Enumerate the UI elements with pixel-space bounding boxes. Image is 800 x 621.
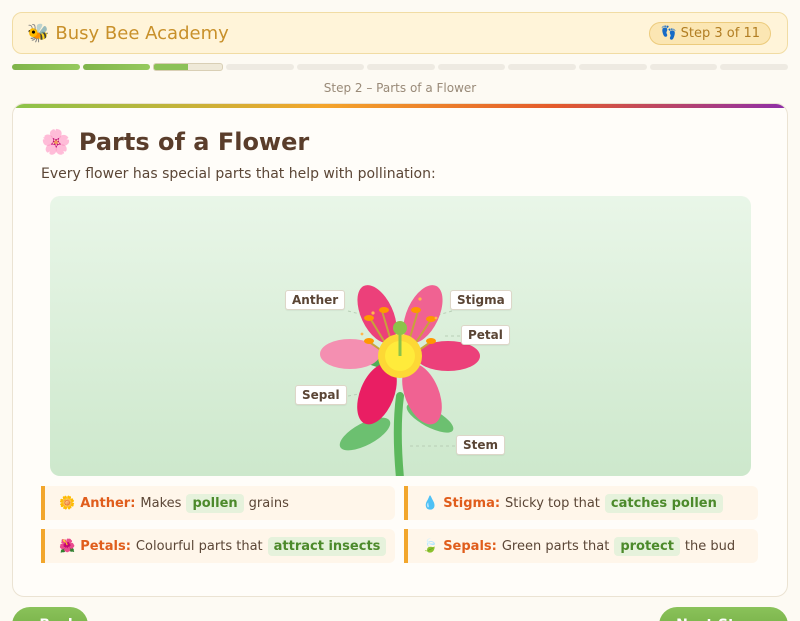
fact-petals: 🌺 Petals: Colourful parts that attract i…: [41, 529, 395, 563]
flower-icon: 🌸: [41, 128, 71, 156]
step-counter-label: Step 3 of 11: [680, 25, 760, 41]
progress-segment: [579, 64, 647, 70]
leaf-icon: 🍃: [422, 538, 439, 554]
fact-term: Anther:: [80, 495, 136, 511]
footprints-icon: 👣: [660, 25, 677, 41]
fact-text-after: the bud: [684, 538, 736, 554]
progress-segment-fill: [154, 64, 189, 70]
brand[interactable]: 🐝 Busy Bee Academy: [27, 23, 229, 44]
label-petal: Petal: [461, 325, 510, 345]
step-counter-badge: 👣 Step 3 of 11: [649, 21, 771, 45]
bee-icon: 🐝: [27, 22, 50, 44]
fact-anther: 🌼 Anther: Makes pollen grains: [41, 486, 395, 520]
progress-segment: [649, 64, 718, 70]
progress-segment: [12, 64, 80, 70]
fact-highlight: protect: [614, 536, 680, 556]
fact-highlight: catches pollen: [604, 493, 723, 513]
lesson-intro: Every flower has special parts that help…: [41, 166, 436, 182]
app-header: 🐝 Busy Bee Academy 👣 Step 3 of 11: [12, 12, 788, 54]
fact-term: Stigma:: [443, 495, 501, 511]
fact-term: Petals:: [80, 538, 131, 554]
fact-text: Green parts that: [501, 538, 610, 554]
progress-segment: [153, 63, 223, 71]
pollen-icon: 🌼: [59, 495, 76, 511]
back-button[interactable]: ← Back: [12, 607, 88, 621]
flower-illustration: [320, 285, 480, 476]
card-accent-strip: [13, 104, 787, 108]
progress-segment: [82, 64, 151, 70]
lesson-title-text: Parts of a Flower: [78, 128, 310, 156]
label-sepal: Sepal: [295, 385, 347, 405]
progress-segment: [296, 64, 365, 70]
step-progress-bar: [12, 63, 789, 72]
progress-segment: [437, 64, 506, 70]
fact-stigma: 💧 Stigma: Sticky top that catches pollen: [404, 486, 758, 520]
label-anther: Anther: [285, 290, 346, 310]
fact-term: Sepals:: [443, 538, 497, 554]
fact-text: Sticky top that: [505, 495, 600, 511]
lesson-title: 🌸 Parts of a Flower: [41, 128, 309, 156]
fact-highlight: attract insects: [267, 536, 387, 556]
petal-icon: 🌺: [59, 538, 76, 554]
brand-name: Busy Bee Academy: [55, 22, 229, 44]
drop-icon: 💧: [422, 495, 439, 511]
label-stigma: Stigma: [450, 290, 512, 310]
lesson-card: 🌸 Parts of a Flower Every flower has spe…: [12, 103, 788, 597]
progress-segment: [720, 64, 789, 70]
fact-text: Makes: [140, 495, 182, 511]
progress-segment: [367, 64, 435, 70]
step-caption: Step 2 – Parts of a Flower: [323, 81, 477, 95]
fact-text-after: grains: [248, 495, 289, 511]
fact-sepals: 🍃 Sepals: Green parts that protect the b…: [404, 529, 758, 563]
progress-segment: [508, 64, 577, 70]
label-stem: Stem: [456, 435, 506, 455]
progress-segment: [225, 64, 294, 70]
next-step-button[interactable]: Next Step →: [659, 607, 788, 621]
fact-highlight: pollen: [186, 493, 244, 513]
flower-diagram: Anther Stigma Petal Sepal Stem: [50, 196, 751, 476]
fact-text: Colourful parts that: [135, 538, 263, 554]
